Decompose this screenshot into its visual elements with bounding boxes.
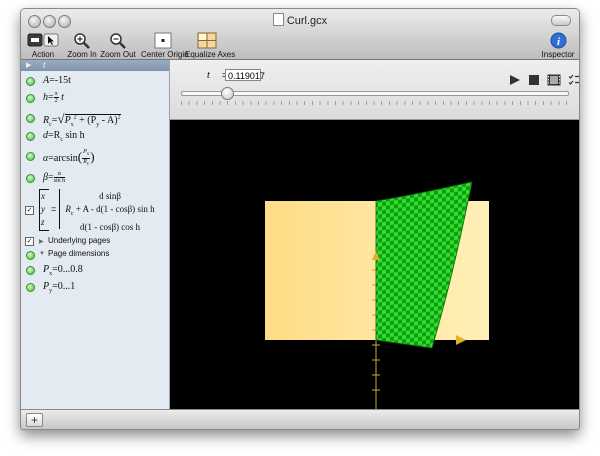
expr-part: =arcsin <box>48 153 78 164</box>
center-origin-label: Center Origin <box>141 50 189 59</box>
expr-d-rhs: =R <box>48 130 61 141</box>
t-label: t <box>207 70 210 81</box>
zoom-in-label: Zoom In <box>67 50 97 59</box>
underlying-pages-label: Underlying pages <box>48 236 111 245</box>
expression-row-py[interactable]: Py=0...1 <box>21 280 169 294</box>
expression-row-alpha[interactable]: α=arcsin(Px Rc) <box>21 146 169 168</box>
info-icon: i <box>550 32 566 48</box>
equalize-axes-label: Equalize Axes <box>185 50 236 59</box>
page-dimensions-row[interactable]: ▼ Page dimensions <box>21 249 169 260</box>
sub-y: y <box>96 122 100 128</box>
sup-2: 2 <box>117 114 121 121</box>
vec-row-2: + A - d(1 - cosβ) sin h <box>75 204 155 214</box>
frac-den: sin h <box>53 178 66 184</box>
t-value-field[interactable]: 0.119017 <box>225 69 265 81</box>
action-icon <box>27 33 59 46</box>
zoom-out-label: Zoom Out <box>100 50 136 59</box>
zoom-out-button[interactable]: Zoom Out <box>99 31 137 59</box>
graph-canvas[interactable] <box>170 120 579 409</box>
center-origin-icon <box>154 32 172 48</box>
expr-a-rhs: =-15t <box>49 75 71 86</box>
vec-row-3: d(1 - cosβ) cos h <box>79 221 141 232</box>
t-slider-track[interactable] <box>181 91 569 96</box>
vector-checkbox[interactable]: ✓ <box>25 206 34 215</box>
visibility-dot-icon[interactable] <box>26 251 35 260</box>
t-slider-ticks <box>181 101 567 105</box>
visibility-dot-icon[interactable] <box>26 114 35 123</box>
disclosure-icon: ▶ <box>26 62 32 69</box>
visibility-dot-icon[interactable] <box>26 77 35 86</box>
underlying-pages-checkbox[interactable]: ✓ <box>25 237 34 246</box>
disclosure-down-icon[interactable]: ▼ <box>39 251 45 257</box>
inspector-label: Inspector <box>541 50 575 59</box>
vec-z: z <box>41 217 45 227</box>
center-origin-button[interactable]: Center Origin <box>141 31 189 59</box>
expression-row-h[interactable]: h= π 2 t <box>21 89 169 107</box>
action-label: Action <box>31 50 55 59</box>
bottom-bar: + <box>21 409 579 429</box>
visibility-dot-icon[interactable] <box>26 94 35 103</box>
var-t: t <box>61 91 64 103</box>
zoom-in-icon <box>74 32 90 49</box>
visibility-dot-icon[interactable] <box>26 132 35 141</box>
add-expression-button[interactable]: + <box>26 413 43 427</box>
toolbar-toggle-button[interactable] <box>551 15 571 26</box>
action-button[interactable]: Action <box>26 31 60 59</box>
titlebar: Curl.gcx Action Zoom In Zoom Out Center … <box>21 9 579 60</box>
visibility-dot-icon[interactable] <box>26 283 35 292</box>
expr-part: sin h <box>65 130 85 141</box>
visibility-dot-icon[interactable] <box>26 152 35 161</box>
inspector-button[interactable]: i Inspector <box>541 31 575 59</box>
expression-row-px[interactable]: Px=0...0.8 <box>21 263 169 277</box>
expression-row-rc[interactable]: Rc=√Px2 + (Py - A)2 <box>21 109 169 128</box>
equalize-axes-icon <box>197 32 217 48</box>
vec-row-1: d sinβ <box>99 191 121 201</box>
expression-row-vector[interactable]: ✓ x y z = d sinβ Rc + A - d(1 - cosβ) si… <box>21 189 169 232</box>
stop-icon[interactable] <box>528 74 540 86</box>
sup-2: 2 <box>73 114 77 121</box>
vec-x: x <box>41 191 45 201</box>
zoom-in-button[interactable]: Zoom In <box>65 31 99 59</box>
expression-row-d[interactable]: d=Rc sin h <box>21 130 169 143</box>
expression-sidebar: ▶ t A=-15t h= π 2 t Rc=√Px2 + (Py - A)2 d=… <box>21 60 170 409</box>
page-dimensions-label: Page dimensions <box>48 249 110 258</box>
sub-x: x <box>86 152 90 158</box>
expr-py-rhs: =0...1 <box>52 281 76 292</box>
frac-den: 2 <box>54 98 58 104</box>
visibility-dot-icon[interactable] <box>26 174 35 183</box>
film-strip-icon[interactable] <box>547 74 561 86</box>
checklist-icon[interactable] <box>568 74 580 86</box>
t-slider-thumb[interactable] <box>220 87 234 100</box>
sub-c: c <box>60 137 63 143</box>
app-window: Curl.gcx Action Zoom In Zoom Out Center … <box>20 8 580 430</box>
disclosure-right-icon[interactable]: ▶ <box>39 238 44 245</box>
vec-y: y <box>41 204 45 214</box>
document-icon <box>272 13 284 26</box>
equalize-axes-button[interactable]: Equalize Axes <box>185 31 236 59</box>
expression-row-a[interactable]: A=-15t <box>21 75 169 87</box>
window-title-text: Curl.gcx <box>286 15 328 27</box>
expr-px-rhs: =0...0.8 <box>52 264 83 275</box>
play-icon[interactable] <box>509 74 521 86</box>
window-title: Curl.gcx <box>21 13 579 27</box>
sub-c: c <box>70 210 74 217</box>
visibility-dot-icon[interactable] <box>26 266 35 275</box>
curl-plot <box>265 181 489 409</box>
expression-var-t: t <box>43 60 46 70</box>
sub-x: x <box>70 122 74 128</box>
frac-num: α <box>53 171 66 178</box>
frac-num: π <box>53 91 59 98</box>
expression-row-beta[interactable]: β= α sin h <box>21 170 169 186</box>
expression-row-t[interactable]: ▶ t <box>21 60 169 71</box>
expr-part: - A) <box>101 115 118 126</box>
expr-part: + (P <box>79 115 97 126</box>
zoom-out-icon <box>110 32 126 49</box>
underlying-pages-row[interactable]: ✓ ▶ Underlying pages <box>21 236 169 247</box>
animation-controls: t = 0.119017 <box>170 60 579 120</box>
sub-c: c <box>86 162 90 168</box>
